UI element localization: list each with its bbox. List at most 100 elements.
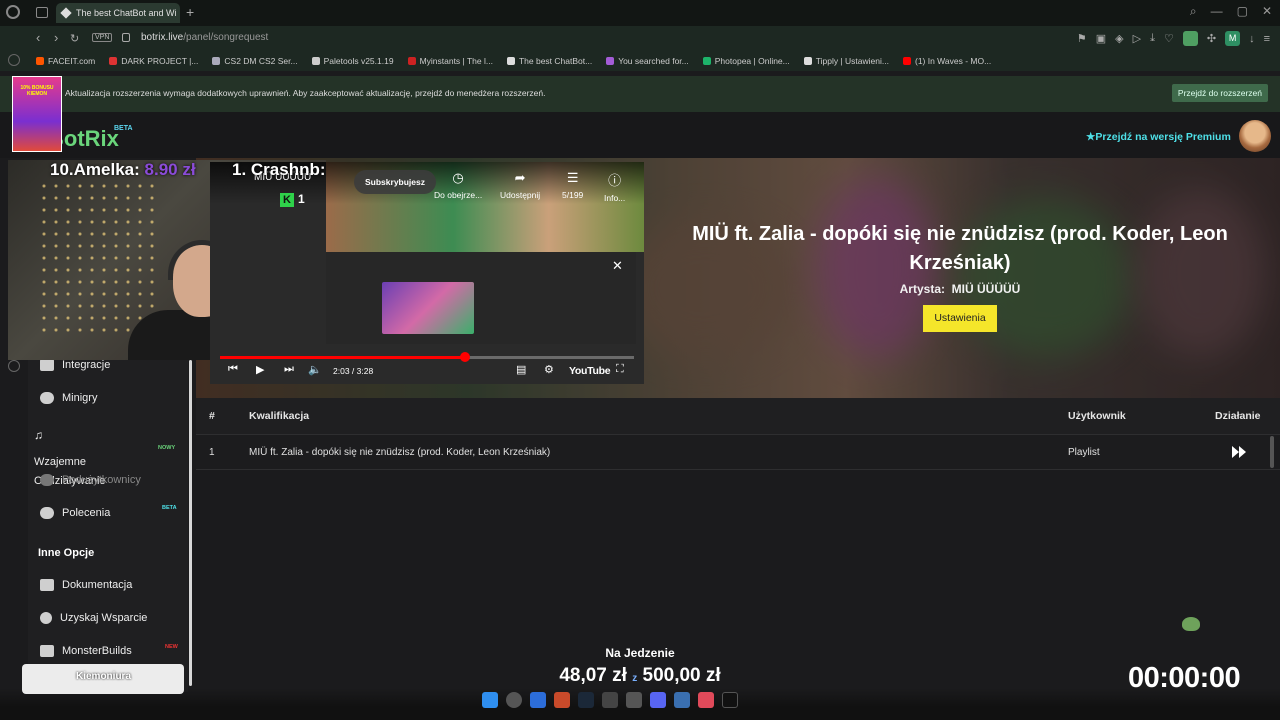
table-scrollbar[interactable] — [1270, 436, 1274, 468]
sidebar-item-support[interactable]: Uzyskaj Wsparcie — [40, 612, 147, 624]
sidebar-item-referrals[interactable]: Polecenia — [40, 507, 110, 519]
fullscreen-icon[interactable]: ⛶ — [616, 363, 624, 376]
bookmark-icon[interactable]: ⚑ — [1077, 32, 1087, 45]
promo-banner: 10% BONUSU KIEMON — [12, 76, 62, 152]
windows-start-icon[interactable] — [482, 692, 498, 708]
back-icon[interactable]: ‹ — [36, 30, 40, 45]
bookmark-item[interactable]: Tipply | Ustawieni... — [803, 56, 889, 66]
sidebar-item-integrations[interactable]: Integracje — [40, 359, 110, 371]
bookmark-item[interactable]: You searched for... — [606, 56, 689, 66]
settings-icon[interactable] — [8, 360, 20, 372]
playlist-button[interactable]: ☰ 5/199 — [562, 170, 583, 200]
lock-icon[interactable] — [122, 33, 130, 42]
steam-icon[interactable] — [578, 692, 594, 708]
youtube-player[interactable]: MIÜ ÜÜÜÜÜ Subskrybujesz ◷ Do obejrze... ➦… — [210, 162, 644, 384]
maximize-icon[interactable]: ▢ — [1237, 4, 1248, 19]
new-tab-button[interactable]: + — [186, 4, 194, 20]
minimize-icon[interactable]: — — [1211, 4, 1223, 19]
table-row[interactable]: 1 MIÜ ft. Zalia - dopóki się nie znüdzis… — [196, 434, 1280, 470]
photopea-icon — [702, 57, 711, 65]
reload-icon[interactable]: ↻ — [70, 32, 79, 45]
search-icon[interactable] — [506, 692, 522, 708]
bookmark-item[interactable]: The best ChatBot... — [506, 56, 592, 66]
app-icon[interactable] — [626, 692, 642, 708]
app-icon[interactable] — [530, 692, 546, 708]
botrix-favicon-icon — [60, 7, 72, 19]
brave-icon[interactable] — [554, 692, 570, 708]
info-icon: ⓘ — [608, 173, 622, 188]
skip-forward-icon[interactable] — [1232, 446, 1246, 458]
next-icon[interactable]: ⏭ — [284, 363, 294, 376]
go-to-extensions-button[interactable]: Przejdź do rozszerzeń — [1171, 84, 1268, 102]
beta-badge: BETA — [162, 505, 177, 511]
bookmark-item[interactable]: Myinstants | The l... — [407, 56, 493, 66]
opera-taskbar-icon[interactable] — [698, 692, 714, 708]
profile-icon[interactable]: M — [1225, 31, 1241, 46]
snapshot-icon[interactable]: ▣ — [1096, 32, 1106, 45]
info-button[interactable]: ⓘ Info... — [604, 170, 625, 203]
download-arrow-icon[interactable]: ↓ — [1249, 33, 1255, 45]
bookmark-item[interactable]: DARK PROJECT |... — [109, 56, 198, 66]
bookmark-item[interactable]: Photopea | Online... — [702, 56, 790, 66]
previous-icon[interactable]: ⏮ — [228, 363, 238, 376]
progress-bar[interactable] — [220, 352, 634, 362]
bookmark-item[interactable]: Paletools v25.1.19 — [311, 56, 394, 66]
col-action: Działanie — [1215, 410, 1261, 422]
sidebar-item-docs[interactable]: Dokumentacja — [40, 579, 132, 591]
sidebar-item-label: Podużytkownicy — [62, 474, 141, 486]
vpn-badge[interactable]: VPN — [92, 33, 113, 42]
close-icon[interactable]: ✕ — [612, 258, 623, 274]
opera-logo-icon[interactable] — [6, 5, 20, 19]
playlist-icon: ☰ — [566, 170, 579, 185]
sidebar-item-monsterbuilds[interactable]: MonsterBuilds — [40, 645, 132, 657]
youtube-logo[interactable]: YouTube — [569, 365, 611, 377]
bookmark-item[interactable]: FACEIT.com — [36, 56, 95, 66]
premium-link[interactable]: ★Przejdź na wersję Premium — [1086, 131, 1231, 143]
forward-icon[interactable]: › — [54, 30, 58, 45]
download-icon[interactable]: ⤓ — [1150, 32, 1155, 45]
heart-icon[interactable]: ♡ — [1164, 32, 1174, 45]
bookmark-item[interactable]: (1) In Waves - MO... — [902, 56, 991, 66]
search-tabs-icon[interactable]: ⌕ — [1190, 4, 1197, 19]
discord-icon[interactable] — [650, 692, 666, 708]
sidebar-app-icon[interactable] — [8, 54, 20, 66]
sidebar-item-minigames[interactable]: Minigry — [40, 392, 97, 404]
donation-goal-values: 48,07 zł z 500,00 zł — [559, 665, 721, 686]
subtitles-icon[interactable]: ▤ — [516, 363, 526, 376]
watch-later-button[interactable]: ◷ Do obejrze... — [434, 170, 482, 200]
volume-icon[interactable]: 🔈 — [308, 363, 322, 376]
share-button[interactable]: ➦ Udostępnij — [500, 170, 540, 200]
sidebar-scrollbar[interactable] — [189, 360, 192, 686]
user-avatar[interactable] — [1239, 120, 1271, 152]
help-icon — [40, 612, 52, 624]
active-tab[interactable]: The best ChatBot and Wi — [56, 3, 180, 23]
sidebar-item-subusers[interactable]: Podużytkownicy — [40, 474, 141, 486]
close-window-icon[interactable]: ✕ — [1262, 4, 1272, 19]
settings-button[interactable]: Ustawienia — [923, 305, 997, 332]
play-icon[interactable]: ▶ — [256, 363, 264, 376]
suggested-video-thumbnail[interactable] — [382, 282, 474, 334]
streamer-tag: Kiemoniura — [22, 664, 184, 694]
shield-icon[interactable]: ◈ — [1115, 32, 1123, 45]
star-icon: ★ — [1086, 131, 1096, 143]
app-icon[interactable] — [674, 692, 690, 708]
settings-gear-icon[interactable]: ⚙ — [544, 363, 554, 376]
scrubber-handle[interactable] — [459, 352, 470, 362]
time-display: 2:03 / 3:28 — [333, 366, 374, 376]
queue-table-header: # Kwalifikacja Użytkownik Działanie — [196, 398, 1280, 434]
url-field[interactable]: botrix.live/panel/songrequest — [141, 32, 268, 43]
extension-icon[interactable] — [1182, 31, 1198, 46]
tiktok-icon[interactable] — [722, 692, 738, 708]
row-title: MIÜ ft. Zalia - dopóki się nie znüdzisz … — [249, 447, 551, 458]
bookmarks-bar: FACEIT.com DARK PROJECT |... CS2 DM CS2 … — [0, 51, 1280, 71]
menu-icon[interactable]: ≡ — [1264, 33, 1270, 45]
puzzle-icon[interactable]: ✣ — [1207, 32, 1216, 45]
bookmark-item[interactable]: CS2 DM CS2 Ser... — [212, 56, 298, 66]
send-icon[interactable]: ▷ — [1133, 32, 1141, 45]
music-icon: ♫ — [34, 428, 43, 442]
obs-icon[interactable] — [602, 692, 618, 708]
tab-overview-icon[interactable] — [36, 7, 48, 18]
clock-icon: ◷ — [452, 170, 464, 185]
progress-fill — [220, 356, 465, 359]
subscribe-button[interactable]: Subskrybujesz — [354, 170, 436, 194]
